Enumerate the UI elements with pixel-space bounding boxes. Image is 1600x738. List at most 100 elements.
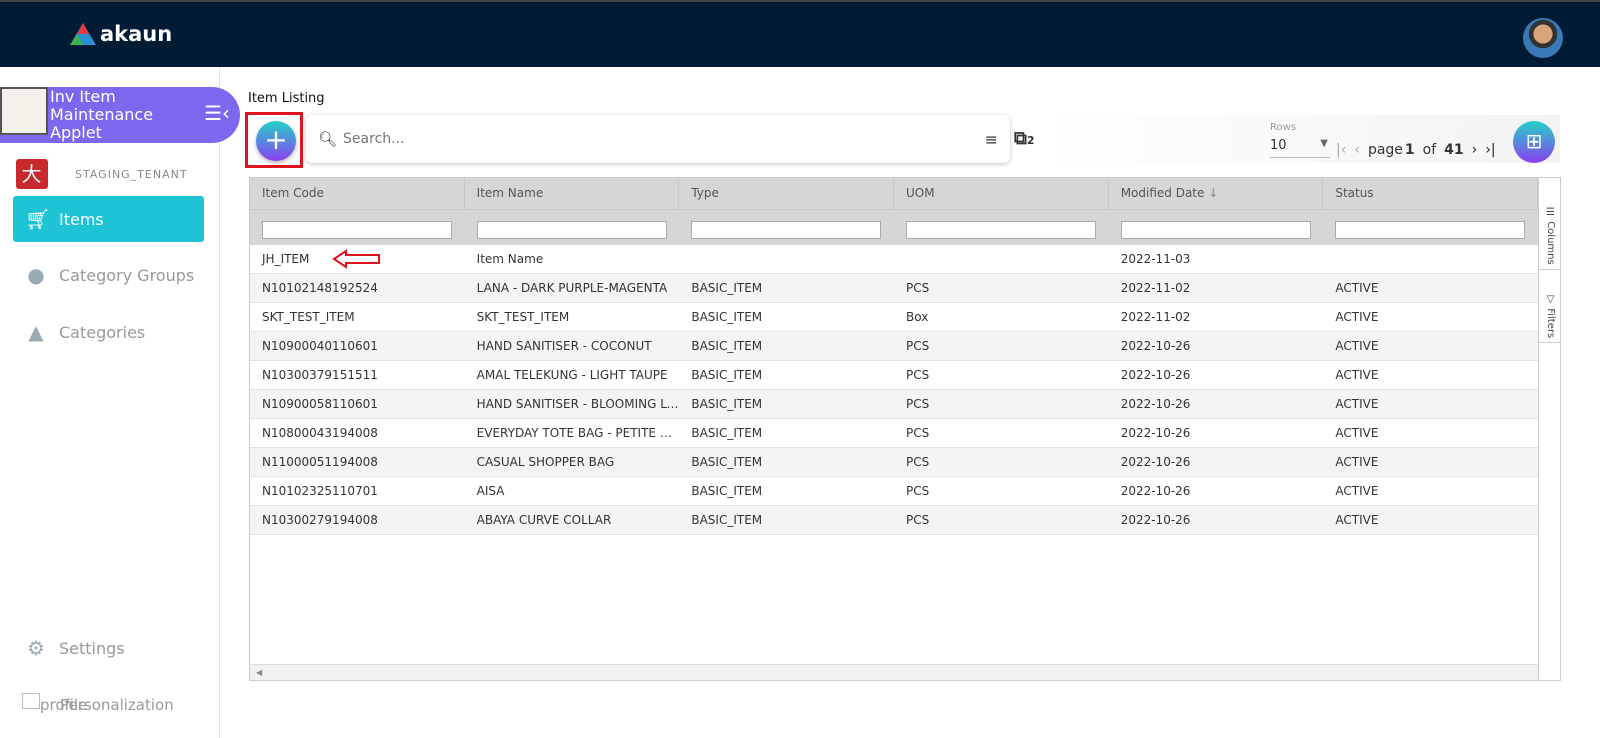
table-cell: PCS	[906, 426, 930, 440]
table-row[interactable]: JH_ITEM Item Name 2022-11-03	[250, 245, 1538, 274]
stack-icon[interactable]: ⧉2	[1014, 128, 1035, 149]
table-row[interactable]: N10800043194008 EVERYDAY TOTE BAG - PETIT…	[250, 419, 1538, 448]
table-cell: EVERYDAY TOTE BAG - PETITE CAMEL	[476, 426, 680, 440]
sidebar-item-label: Category Groups	[59, 265, 195, 285]
column-header[interactable]: Item Code	[250, 178, 465, 209]
table-cell: N11000051194008	[262, 455, 378, 469]
table-row[interactable]: N10102148192524 LANA - DARK PURPLE-MAGENT…	[250, 274, 1538, 303]
table-cell	[1323, 245, 1538, 273]
sidebar-item-label: Items	[59, 209, 104, 229]
table-cell: 2022-11-03	[1120, 252, 1191, 266]
table-cell: 2022-10-26	[1120, 368, 1191, 382]
gear-icon: ⚙	[27, 636, 45, 660]
sidebar-item-personalization[interactable]: Personalization	[60, 696, 174, 714]
applet-title: Inv Item Maintenance Applet	[50, 87, 154, 142]
last-page-icon[interactable]: ›|	[1485, 142, 1495, 158]
applet-image	[0, 87, 48, 135]
akaun-logo-icon	[70, 23, 96, 45]
table-cell: ACTIVE	[1335, 513, 1379, 527]
table-row[interactable]: N10900058110601 HAND SANITISER - BLOOMING…	[250, 390, 1538, 419]
brand-logo[interactable]: akaun	[70, 22, 172, 46]
cart-icon: 🛒︎	[25, 207, 51, 231]
shapes-icon: ▲	[28, 320, 44, 344]
table-cell: 2022-10-26	[1120, 397, 1191, 411]
table-cell	[894, 245, 1109, 273]
table-row[interactable]: SKT_TEST_ITEM SKT_TEST_ITEM BASIC_ITEM Box 2…	[250, 303, 1538, 332]
table-row[interactable]: N10300379151511 AMAL TELEKUNG - LIGHT TAU…	[250, 361, 1538, 390]
table-cell: 2022-10-26	[1120, 484, 1191, 498]
total-pages: 41	[1444, 142, 1464, 158]
filter-input[interactable]	[1120, 220, 1311, 239]
sidebar-item-categories[interactable]: ▲ Categories	[13, 309, 204, 355]
tenant[interactable]: 大 STAGING_TENANT	[16, 159, 188, 189]
sidebar-item-items[interactable]: 🛒︎ Items	[13, 196, 204, 242]
highlight-box: +	[245, 112, 303, 168]
table-cell: BASIC_ITEM	[691, 426, 763, 440]
applet-header: Inv Item Maintenance Applet ☰‹	[0, 87, 240, 143]
filter-input[interactable]	[262, 220, 452, 239]
filter-input[interactable]	[906, 220, 1097, 239]
user-avatar[interactable]	[1523, 18, 1563, 58]
sidebar-item-label: Settings	[59, 638, 125, 658]
filter-icon[interactable]: ≡	[985, 130, 998, 149]
column-header[interactable]: Status	[1323, 178, 1539, 209]
prev-page-icon[interactable]: ‹	[1354, 142, 1360, 158]
column-header-modified-date[interactable]: Modified Date ↓	[1109, 178, 1324, 209]
sidebar-item-label: Categories	[59, 322, 146, 342]
search-icon: 🔍︎	[318, 130, 338, 148]
table-row[interactable]: N10102325110701 AISA BASIC_ITEM PCS 2022-10-…	[250, 477, 1538, 506]
rows-label: Rows	[1270, 122, 1297, 133]
table-cell: PCS	[906, 339, 930, 353]
sort-desc-icon: ↓	[1208, 186, 1219, 200]
column-header[interactable]: UOM	[894, 178, 1109, 209]
page-label: page	[1367, 142, 1403, 158]
columns-tab[interactable]: ☰ Columns	[1539, 203, 1560, 270]
table-cell: ACTIVE	[1335, 368, 1379, 382]
table-cell: N10300379151511	[262, 368, 378, 382]
table-cell: 2022-10-26	[1120, 339, 1191, 353]
table-body: JH_ITEM Item Name 2022-11-03 N1010214819252…	[250, 245, 1538, 535]
sidebar: Inv Item Maintenance Applet ☰‹ 大 STAGING…	[0, 67, 240, 738]
red-arrow-annotation	[332, 249, 380, 269]
sidebar-item-category-groups[interactable]: ● Category Groups	[13, 252, 204, 298]
table-cell: ACTIVE	[1335, 281, 1379, 295]
column-header[interactable]: Type	[679, 178, 895, 209]
table-cell: PCS	[906, 484, 930, 498]
table-cell: BASIC_ITEM	[691, 397, 763, 411]
filters-tab-label: Filters	[1545, 308, 1556, 339]
filter-input[interactable]	[691, 220, 882, 239]
add-item-button[interactable]: +	[256, 121, 296, 161]
search-input[interactable]	[343, 131, 979, 147]
table-row[interactable]: N10300279194008 ABAYA CURVE COLLAR BASIC_I…	[250, 506, 1538, 535]
table-header: Item Code Item Name Type UOM Modified Da…	[250, 178, 1539, 209]
filter-input[interactable]	[476, 220, 667, 239]
sidebar-item-settings[interactable]: ⚙ Settings	[13, 625, 204, 671]
column-header[interactable]: Item Name	[465, 178, 680, 209]
filter-input[interactable]	[1335, 220, 1526, 239]
table-cell: ACTIVE	[1335, 397, 1379, 411]
table-cell: ACTIVE	[1335, 426, 1379, 440]
page-title: Item Listing	[248, 91, 325, 106]
grid-view-button[interactable]: ⊞	[1513, 121, 1555, 163]
table-cell: 2022-11-02	[1120, 310, 1191, 324]
table-cell: Box	[906, 310, 929, 324]
table-cell: N10102148192524	[262, 281, 378, 295]
table-row[interactable]: N11000051194008 CASUAL SHOPPER BAG BASIC_I…	[250, 448, 1538, 477]
next-page-icon[interactable]: ›	[1472, 142, 1478, 158]
horizontal-scrollbar[interactable]: ◀	[250, 664, 1538, 680]
filter-row	[250, 209, 1538, 245]
table-cell: 2022-10-26	[1120, 455, 1191, 469]
table-cell: 2022-11-02	[1120, 281, 1191, 295]
collapse-menu-icon[interactable]: ☰‹	[204, 103, 230, 123]
top-bar: akaun	[0, 0, 1600, 67]
table-cell: 2022-10-26	[1120, 426, 1191, 440]
filters-tab[interactable]: ▽ Filters	[1539, 290, 1560, 344]
tenant-name: STAGING_TENANT	[75, 167, 188, 181]
table-row[interactable]: N10900040110601 HAND SANITISER - COCONUT B…	[250, 332, 1538, 361]
table-cell: ACTIVE	[1335, 310, 1379, 324]
first-page-icon[interactable]: |‹	[1336, 142, 1346, 158]
rows-select[interactable]: 10 ▼	[1270, 138, 1330, 158]
table-cell: BASIC_ITEM	[691, 484, 763, 498]
circles-icon: ●	[27, 263, 45, 287]
pagination: |‹ ‹ page 1 of 41 › ›|	[1336, 142, 1496, 158]
